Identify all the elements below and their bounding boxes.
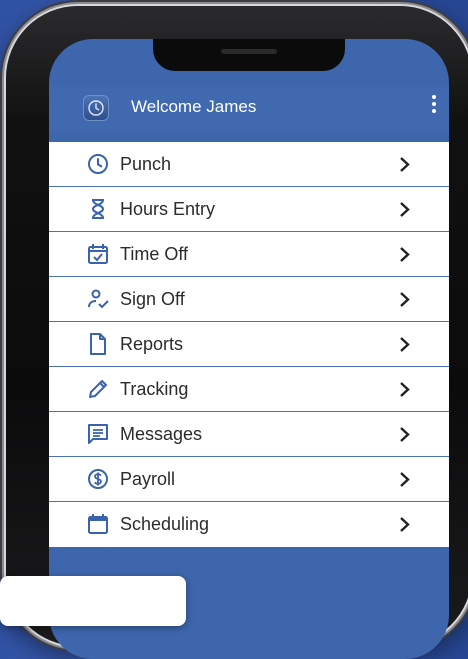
menu-item-label: Messages xyxy=(120,424,203,444)
menu-item-reports[interactable]: Reports xyxy=(49,322,449,367)
speaker-grille xyxy=(221,49,277,54)
chevron-right-icon xyxy=(400,472,410,487)
clock-icon xyxy=(88,154,108,174)
menu-item-label: Hours Entry xyxy=(120,199,216,219)
menu-item-time-off[interactable]: Time Off xyxy=(49,232,449,277)
pencil-icon xyxy=(89,380,107,398)
menu-item-label: Tracking xyxy=(120,379,189,399)
chevron-right-icon xyxy=(400,427,410,442)
phone-notch xyxy=(153,39,345,71)
more-options-icon[interactable] xyxy=(429,95,439,119)
clock-icon xyxy=(83,95,109,121)
dollar-icon xyxy=(88,469,108,489)
menu-item-label: Time Off xyxy=(120,244,189,264)
menu-item-tracking[interactable]: Tracking xyxy=(49,367,449,412)
hourglass-icon xyxy=(91,199,105,219)
menu-item-hours-entry[interactable]: Hours Entry xyxy=(49,187,449,232)
chevron-right-icon xyxy=(400,157,410,172)
app-header: Welcome James xyxy=(49,87,449,131)
menu-item-label: Scheduling xyxy=(120,514,210,534)
app-screen: Welcome James Punch Hours Entry Time Off xyxy=(49,39,449,659)
page-title: Welcome James xyxy=(131,97,257,116)
chevron-right-icon xyxy=(400,517,410,532)
menu-item-messages[interactable]: Messages xyxy=(49,412,449,457)
chevron-right-icon xyxy=(400,382,410,397)
chevron-right-icon xyxy=(400,202,410,217)
menu-item-label: Reports xyxy=(120,334,184,354)
menu-item-sign-off[interactable]: Sign Off xyxy=(49,277,449,322)
menu-item-label: Punch xyxy=(120,154,172,174)
calendar-icon xyxy=(88,514,108,534)
calendar-check-icon xyxy=(88,244,108,264)
menu-item-punch[interactable]: Punch xyxy=(49,142,449,187)
chevron-right-icon xyxy=(400,292,410,307)
message-icon xyxy=(88,424,108,444)
chevron-right-icon xyxy=(400,337,410,352)
overlay-card xyxy=(0,576,186,626)
menu-item-scheduling[interactable]: Scheduling xyxy=(49,502,449,547)
menu-item-label: Payroll xyxy=(120,469,176,489)
user-check-icon xyxy=(88,289,109,309)
main-menu: Punch Hours Entry Time Off Sign Off Repo… xyxy=(49,142,449,547)
menu-item-payroll[interactable]: Payroll xyxy=(49,457,449,502)
document-icon xyxy=(90,333,106,355)
menu-item-label: Sign Off xyxy=(120,289,185,309)
chevron-right-icon xyxy=(400,247,410,262)
phone-frame: Welcome James Punch Hours Entry Time Off xyxy=(6,6,468,659)
